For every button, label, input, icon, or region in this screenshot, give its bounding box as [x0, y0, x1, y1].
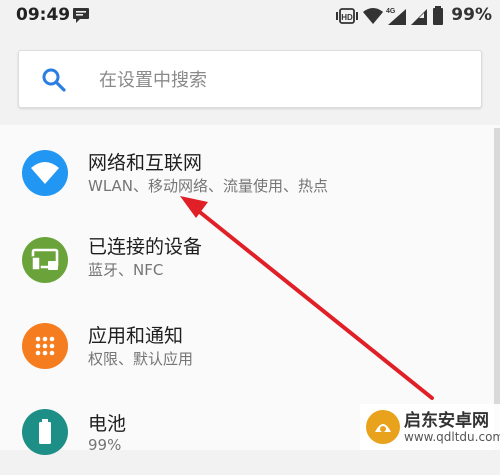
watermark-logo: 启东安卓网 www.qdltdu.com	[360, 404, 500, 450]
watermark-logo-icon	[366, 410, 400, 444]
watermark-title: 启东安卓网	[404, 411, 489, 431]
watermark-url: www.qdltdu.com	[404, 430, 500, 444]
annotation-arrow	[180, 196, 434, 400]
